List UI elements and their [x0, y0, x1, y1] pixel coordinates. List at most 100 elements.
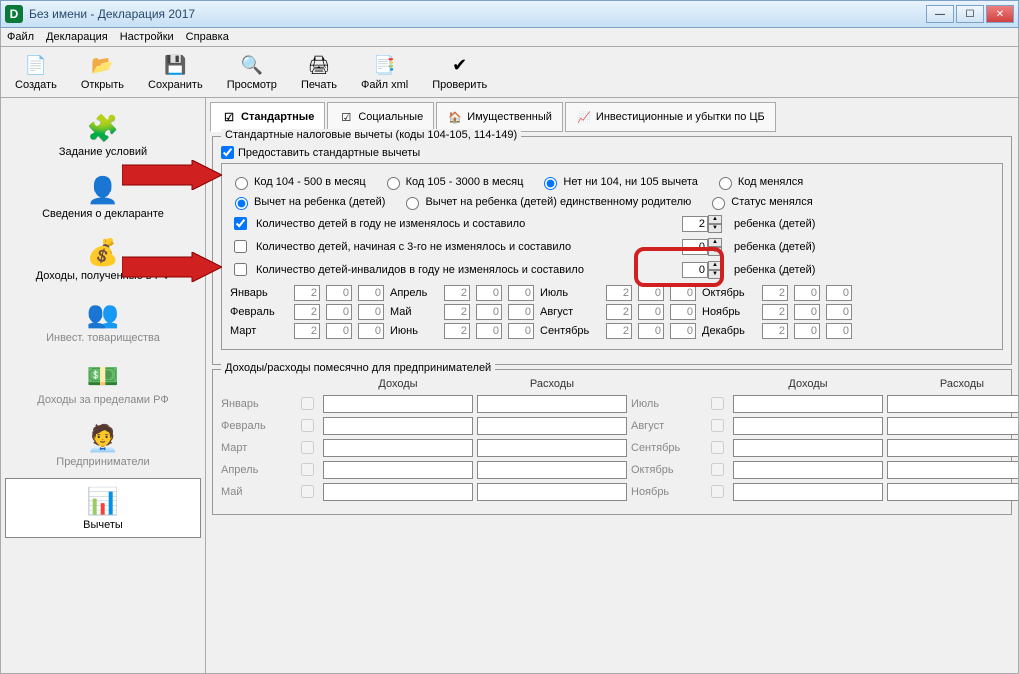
month-value [508, 304, 534, 320]
child-count-row: Количество детей в году не изменялось и … [230, 214, 994, 233]
child-radio-input[interactable] [406, 197, 419, 210]
month-value [508, 285, 534, 301]
code-radio-label: Нет ни 104, ни 105 вычета [563, 176, 697, 188]
main-panel: ☑Стандартные☑Социальные🏠Имущественный📈Ин… [206, 98, 1018, 673]
biz-income-l [323, 483, 473, 501]
tool-файл xml[interactable]: 📑Файл xml [353, 51, 416, 93]
biz-row: Май Ноябрь [221, 482, 1003, 501]
tool-icon: 📑 [373, 53, 397, 77]
sidebar-item[interactable]: 🧩Задание условий [5, 106, 201, 164]
sidebar-icon: 👤 [87, 174, 119, 206]
biz-month-r: Август [631, 420, 701, 432]
tab[interactable]: ☑Стандартные [210, 102, 325, 132]
biz-header-income2: Доходы [733, 378, 883, 390]
code-radio[interactable]: Код 104 - 500 в месяц [230, 174, 366, 190]
sidebar-label: Сведения о декларанте [42, 208, 164, 220]
code-radio-label: Код 104 - 500 в месяц [254, 176, 366, 188]
tool-создать[interactable]: 📄Создать [7, 51, 65, 93]
menubar: Файл Декларация Настройки Справка [0, 28, 1019, 47]
month-label: Ноябрь [702, 306, 758, 318]
biz-income-r [733, 483, 883, 501]
code-radio-input[interactable] [235, 177, 248, 190]
child-radio-input[interactable] [712, 197, 725, 210]
code-radio-input[interactable] [544, 177, 557, 190]
child-row-checkbox[interactable] [234, 263, 247, 276]
menu-help[interactable]: Справка [186, 31, 229, 43]
tool-сохранить[interactable]: 💾Сохранить [140, 51, 211, 93]
month-label: Май [390, 306, 440, 318]
sidebar-item: 🧑‍💼Предприниматели [5, 416, 201, 474]
month-label: Февраль [230, 306, 290, 318]
tab[interactable]: 📈Инвестиционные и убытки по ЦБ [565, 102, 776, 132]
biz-income-l [323, 395, 473, 413]
biz-income-r [733, 395, 883, 413]
tool-открыть[interactable]: 📂Открыть [73, 51, 132, 93]
month-value [444, 304, 470, 320]
month-value [476, 304, 502, 320]
month-value [638, 285, 664, 301]
sidebar-label: Доходы за пределами РФ [37, 394, 168, 406]
sidebar-item[interactable]: 📊Вычеты [5, 478, 201, 538]
month-value [326, 304, 352, 320]
spinner-down[interactable]: ▼ [708, 224, 722, 233]
biz-header-expense1: Расходы [477, 378, 627, 390]
annotation-circle [634, 247, 724, 287]
tab[interactable]: 🏠Имущественный [436, 102, 563, 132]
menu-declaration[interactable]: Декларация [46, 31, 108, 43]
month-value [638, 304, 664, 320]
code-radio-input[interactable] [719, 177, 732, 190]
child-spinner[interactable]: ▲▼ [682, 215, 722, 233]
biz-check-r [709, 397, 726, 410]
provide-std-checkbox[interactable] [221, 146, 234, 159]
sidebar-icon: 💵 [87, 360, 119, 392]
month-value [670, 285, 696, 301]
child-radio[interactable]: Вычет на ребенка (детей) [230, 194, 385, 210]
biz-income-l [323, 417, 473, 435]
code-radio[interactable]: Код менялся [714, 174, 803, 190]
code-radio[interactable]: Код 105 - 3000 в месяц [382, 174, 524, 190]
month-value [606, 285, 632, 301]
month-value [326, 323, 352, 339]
tool-проверить[interactable]: ✔Проверить [424, 51, 495, 93]
tool-label: Просмотр [227, 79, 277, 91]
child-spinner-input[interactable] [682, 216, 708, 232]
month-value [762, 323, 788, 339]
child-radio-input[interactable] [235, 197, 248, 210]
child-count-row: Количество детей-инвалидов в году не изм… [230, 260, 994, 279]
child-row-checkbox[interactable] [234, 240, 247, 253]
tab[interactable]: ☑Социальные [327, 102, 434, 132]
menu-settings[interactable]: Настройки [120, 31, 174, 43]
window-title: Без имени - Декларация 2017 [29, 7, 926, 21]
biz-expense-l [477, 483, 627, 501]
month-value [508, 323, 534, 339]
tool-просмотр[interactable]: 🔍Просмотр [219, 51, 285, 93]
spinner-up[interactable]: ▲ [708, 215, 722, 224]
spinner-up[interactable]: ▲ [708, 238, 722, 247]
month-value [358, 323, 384, 339]
child-radio[interactable]: Вычет на ребенка (детей) единственному р… [401, 194, 691, 210]
child-row-checkbox[interactable] [234, 217, 247, 230]
tab-icon: 🏠 [447, 109, 463, 125]
month-value [670, 304, 696, 320]
month-value [294, 285, 320, 301]
tool-печать[interactable]: 🖨Печать [293, 51, 345, 93]
child-row-after: ребенка (детей) [734, 241, 815, 253]
code-radio[interactable]: Нет ни 104, ни 105 вычета [539, 174, 697, 190]
child-row-label: Количество детей в году не изменялось и … [256, 218, 676, 230]
minimize-button[interactable]: — [926, 5, 954, 23]
biz-check-r [709, 441, 726, 454]
biz-check-r [709, 485, 726, 498]
child-row-after: ребенка (детей) [734, 218, 815, 230]
biz-expense-l [477, 417, 627, 435]
code-radio-input[interactable] [387, 177, 400, 190]
child-radio[interactable]: Статус менялся [707, 194, 812, 210]
maximize-button[interactable]: ☐ [956, 5, 984, 23]
biz-check-r [709, 419, 726, 432]
tool-label: Печать [301, 79, 337, 91]
menu-file[interactable]: Файл [7, 31, 34, 43]
tool-label: Открыть [81, 79, 124, 91]
tab-label: Социальные [358, 111, 423, 123]
code-radio-label: Код 105 - 3000 в месяц [406, 176, 524, 188]
close-button[interactable]: ✕ [986, 5, 1014, 23]
sidebar-icon: 🧩 [87, 112, 119, 144]
